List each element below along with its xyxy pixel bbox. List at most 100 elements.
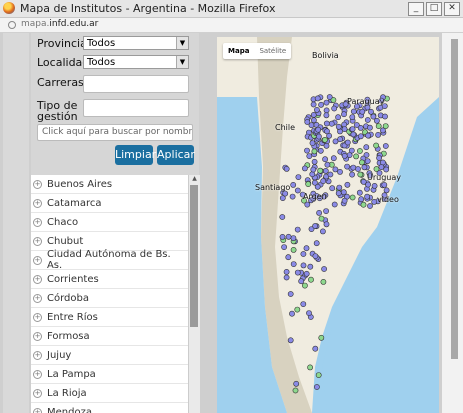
institute-marker[interactable]	[331, 201, 338, 208]
institute-marker[interactable]	[336, 184, 343, 191]
institute-marker[interactable]	[318, 101, 324, 108]
institute-marker[interactable]	[363, 144, 370, 151]
institute-marker[interactable]	[314, 107, 320, 113]
plus-circle-icon[interactable]: +	[33, 369, 42, 379]
institute-marker[interactable]	[317, 147, 324, 154]
province-list-item[interactable]: + Corrientes	[31, 270, 188, 289]
institute-marker[interactable]	[316, 209, 322, 216]
provincia-select[interactable]: Todos ▼	[83, 36, 189, 50]
institute-marker[interactable]	[373, 166, 380, 172]
province-list-item[interactable]: + La Pampa	[31, 365, 188, 384]
institute-marker[interactable]	[312, 223, 318, 229]
institute-marker[interactable]	[303, 245, 310, 252]
province-list-item[interactable]: + Jujuy	[31, 346, 188, 365]
institute-marker[interactable]	[323, 112, 330, 119]
plus-circle-icon[interactable]: +	[33, 274, 42, 284]
institute-marker[interactable]	[294, 269, 301, 276]
institute-marker[interactable]	[335, 114, 341, 121]
province-list-item[interactable]: + Formosa	[31, 327, 188, 346]
institute-marker[interactable]	[349, 171, 355, 178]
institute-marker[interactable]	[349, 114, 356, 120]
institute-marker[interactable]	[311, 148, 318, 155]
plus-circle-icon[interactable]: +	[33, 293, 42, 303]
institute-marker[interactable]	[313, 240, 320, 247]
province-list-item[interactable]: + Catamarca	[31, 194, 188, 213]
institute-marker[interactable]	[283, 274, 290, 281]
institute-marker[interactable]	[367, 203, 373, 209]
institute-marker[interactable]	[344, 163, 351, 170]
province-list-item[interactable]: + Mendoza	[31, 403, 188, 413]
institute-marker[interactable]	[323, 107, 330, 114]
minimize-button[interactable]: _	[408, 2, 424, 16]
plus-circle-icon[interactable]: +	[33, 350, 42, 360]
institute-marker[interactable]	[365, 132, 371, 139]
institute-marker[interactable]	[309, 140, 316, 146]
province-list-item[interactable]: + Córdoba	[31, 289, 188, 308]
institute-marker[interactable]	[381, 181, 388, 188]
institute-marker[interactable]	[314, 384, 320, 390]
institute-marker[interactable]	[349, 126, 356, 132]
institute-marker[interactable]	[306, 153, 313, 159]
institute-marker[interactable]	[382, 143, 389, 149]
institute-marker[interactable]	[323, 208, 329, 214]
institute-marker[interactable]	[279, 214, 286, 220]
institute-marker[interactable]	[358, 196, 365, 203]
institute-marker[interactable]	[302, 282, 308, 289]
institute-marker[interactable]	[341, 197, 348, 204]
institute-marker[interactable]	[320, 228, 326, 235]
institute-marker[interactable]	[292, 387, 299, 394]
institute-marker[interactable]	[366, 124, 373, 131]
tab-map[interactable]: Mapa	[223, 43, 254, 59]
institute-marker[interactable]	[359, 108, 366, 115]
plus-circle-icon[interactable]: +	[33, 217, 42, 227]
map-canvas[interactable]	[217, 37, 439, 413]
institute-marker[interactable]	[357, 133, 364, 140]
institute-marker[interactable]	[289, 310, 295, 317]
map[interactable]: Mapa Satélite Bolivia Paraguay Chile San…	[217, 37, 439, 413]
institute-marker[interactable]	[364, 117, 371, 123]
institute-marker[interactable]	[295, 174, 302, 180]
institute-marker[interactable]	[357, 171, 364, 178]
institute-marker[interactable]	[375, 123, 382, 129]
institute-marker[interactable]	[285, 254, 292, 261]
institute-marker[interactable]	[360, 201, 367, 208]
institute-marker[interactable]	[311, 117, 317, 124]
institute-marker[interactable]	[290, 181, 297, 188]
institute-marker[interactable]	[317, 167, 324, 174]
institute-marker[interactable]	[340, 189, 347, 196]
institute-marker[interactable]	[322, 167, 329, 174]
institute-marker[interactable]	[320, 278, 327, 285]
institute-marker[interactable]	[300, 262, 307, 269]
province-list-item[interactable]: + Ciudad Autónoma de Bs. As.	[31, 249, 188, 271]
institute-marker[interactable]	[341, 126, 348, 132]
institute-marker[interactable]	[371, 182, 378, 189]
institute-marker[interactable]	[293, 380, 300, 387]
institute-marker[interactable]	[341, 111, 347, 118]
institute-marker[interactable]	[320, 178, 327, 184]
plus-circle-icon[interactable]: +	[33, 236, 42, 246]
institute-marker[interactable]	[305, 181, 312, 187]
institute-marker[interactable]	[304, 119, 311, 125]
institute-marker[interactable]	[329, 185, 336, 192]
url-bar[interactable]: mapa.infd.edu.ar	[0, 18, 463, 33]
institute-marker[interactable]	[290, 261, 297, 267]
institute-marker[interactable]	[331, 105, 338, 112]
institute-marker[interactable]	[300, 251, 307, 257]
institute-marker[interactable]	[310, 166, 317, 173]
institute-marker[interactable]	[358, 159, 365, 166]
institute-marker[interactable]	[335, 123, 342, 130]
institute-marker[interactable]	[315, 126, 322, 133]
institute-marker[interactable]	[326, 94, 333, 100]
institute-marker[interactable]	[298, 278, 305, 285]
plus-circle-icon[interactable]: +	[33, 179, 42, 189]
institute-marker[interactable]	[308, 276, 314, 283]
institute-marker[interactable]	[314, 95, 321, 102]
institute-marker[interactable]	[370, 113, 377, 120]
search-input[interactable]: Click aquí para buscar por nombre de ins	[37, 124, 193, 141]
institute-marker[interactable]	[353, 153, 359, 160]
institute-marker[interactable]	[307, 364, 313, 371]
institute-marker[interactable]	[287, 337, 294, 344]
close-button[interactable]: ✕	[444, 2, 460, 16]
institute-marker[interactable]	[300, 301, 307, 307]
institute-marker[interactable]	[368, 108, 374, 115]
